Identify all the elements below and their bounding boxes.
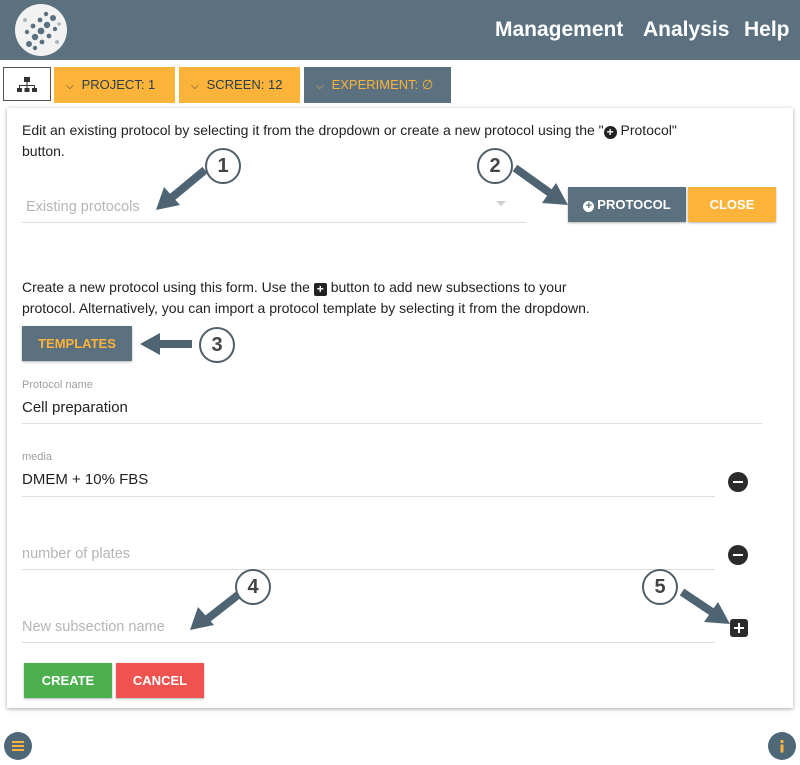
chevron-down-icon: ⌵ xyxy=(191,81,199,92)
arrow-5-icon xyxy=(679,588,730,624)
callout-2: 2 xyxy=(477,148,513,184)
chevron-down-icon: ⌵ xyxy=(316,81,324,92)
cancel-button[interactable]: CANCEL xyxy=(116,663,204,698)
create-button[interactable]: CREATE xyxy=(24,663,112,698)
media-label: media xyxy=(22,451,52,463)
callout-3: 3 xyxy=(199,327,235,363)
nav-help[interactable]: Help xyxy=(744,18,790,42)
protocol-name-input[interactable]: Cell preparation xyxy=(22,399,128,416)
new-protocol-instructions: Create a new protocol using this form. U… xyxy=(22,279,590,316)
dropdown-caret-icon[interactable] xyxy=(496,201,506,206)
chevron-down-icon: ⌵ xyxy=(66,81,74,92)
callout-1: 1 xyxy=(205,148,241,184)
existing-protocol-instructions: Edit an existing protocol by selecting i… xyxy=(22,122,677,159)
number-of-plates-input[interactable]: number of plates xyxy=(22,546,130,562)
menu-fab[interactable] xyxy=(4,732,32,760)
breadcrumb-project-label: PROJECT: 1 xyxy=(81,77,156,92)
sitemap-icon xyxy=(17,77,37,92)
info-fab[interactable] xyxy=(768,732,796,760)
hamburger-menu-icon xyxy=(12,741,24,751)
media-underline xyxy=(22,496,715,497)
nav-analysis[interactable]: Analysis xyxy=(643,18,729,42)
close-button[interactable]: CLOSE xyxy=(688,187,776,222)
breadcrumb-screen[interactable]: ⌵ SCREEN: 12 xyxy=(179,67,300,103)
nav-management[interactable]: Management xyxy=(495,18,623,42)
breadcrumb-screen-label: SCREEN: 12 xyxy=(206,77,283,92)
arrow-1-icon xyxy=(156,166,208,210)
protocol-name-underline xyxy=(22,423,762,424)
new-subsection-input[interactable]: New subsection name xyxy=(22,619,165,635)
app-logo[interactable] xyxy=(15,4,67,56)
info-icon xyxy=(780,740,784,753)
plus-circle-icon: + xyxy=(583,201,595,212)
callout-5: 5 xyxy=(642,569,678,605)
plates-underline xyxy=(22,569,715,570)
media-input[interactable]: DMEM + 10% FBS xyxy=(22,471,148,488)
existing-protocols-dropdown[interactable]: Existing protocols xyxy=(26,199,140,215)
remove-media-icon[interactable] xyxy=(728,472,748,492)
dropdown-underline xyxy=(22,222,526,223)
breadcrumb-experiment-label: EXPERIMENT: ∅ xyxy=(331,77,434,92)
hierarchy-tree-button[interactable] xyxy=(3,67,51,101)
arrow-3-icon xyxy=(140,333,192,355)
add-protocol-label: PROTOCOL xyxy=(597,197,671,212)
plus-square-icon: + xyxy=(313,283,327,296)
subsection-underline xyxy=(22,642,715,643)
arrow-4-icon xyxy=(190,591,241,630)
plus-circle-icon: + xyxy=(603,126,617,139)
templates-button[interactable]: TEMPLATES xyxy=(22,326,132,361)
top-navbar: Management Analysis Help xyxy=(0,0,800,60)
add-protocol-button[interactable]: + PROTOCOL xyxy=(568,187,686,222)
breadcrumb-project[interactable]: ⌵ PROJECT: 1 xyxy=(54,67,175,103)
remove-plates-icon[interactable] xyxy=(728,545,748,565)
protocol-name-label: Protocol name xyxy=(22,379,93,391)
arrow-2-icon xyxy=(512,164,568,205)
breadcrumb-experiment[interactable]: ⌵ EXPERIMENT: ∅ xyxy=(304,67,451,103)
